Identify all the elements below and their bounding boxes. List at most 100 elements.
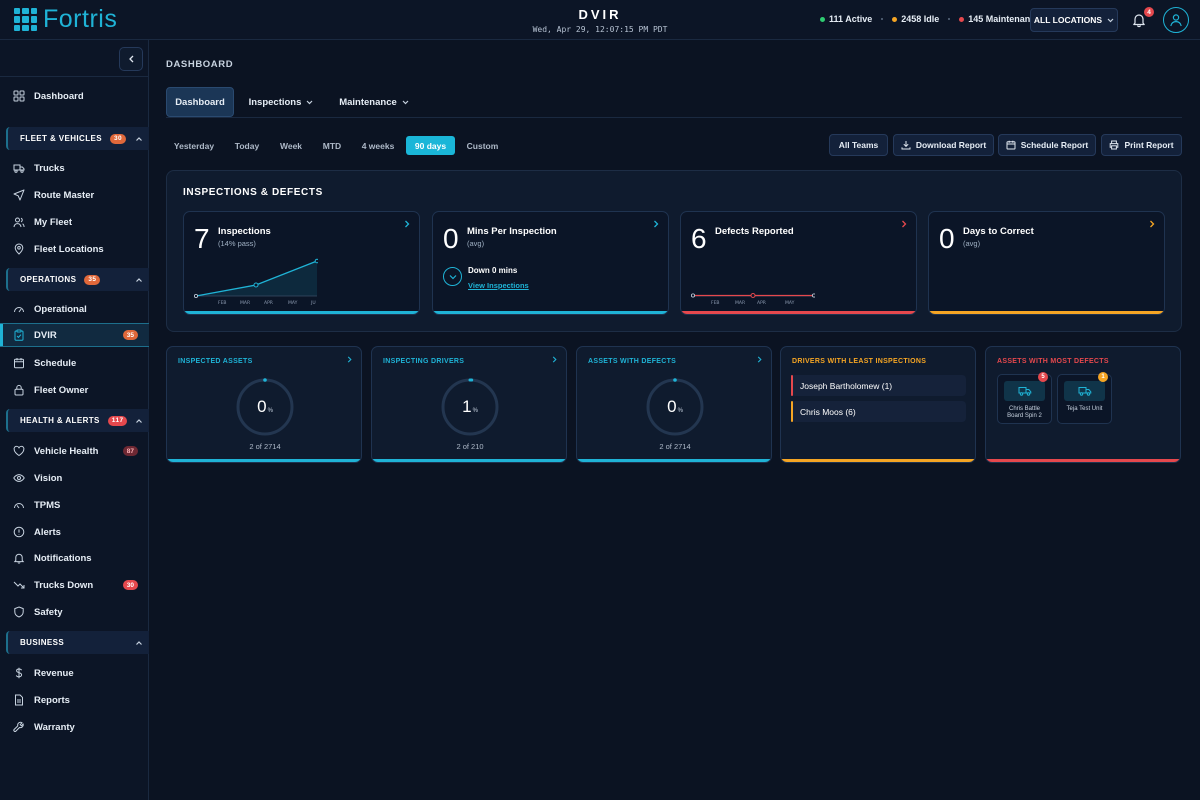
status-idle[interactable]: 2458 Idle [892, 14, 939, 24]
sidebar-item-notifications[interactable]: Notifications [0, 546, 149, 570]
card-assets-most-defects: ASSETS WITH MOST DEFECTS Chris Battle Bo… [985, 346, 1181, 463]
dashboard-grid-icon [13, 90, 25, 102]
sidebar-item-alerts[interactable]: Alerts [0, 520, 149, 544]
range-custom[interactable]: Custom [462, 136, 503, 155]
schedule-report-button[interactable]: Schedule Report [998, 134, 1096, 156]
range-4-weeks[interactable]: 4 weeks [356, 136, 400, 155]
sidebar-item-label: Trucks Down [34, 579, 94, 591]
driver-row[interactable]: Chris Moos (6) [791, 401, 966, 422]
sidebar-item-fleet-owner[interactable]: Fleet Owner [0, 378, 149, 402]
section-business[interactable]: BUSINESS [6, 631, 149, 654]
status-maintenance[interactable]: 145 Maintenance [959, 14, 1040, 24]
section-health-alerts[interactable]: HEALTH & ALERTS 117 [6, 409, 149, 432]
sidebar-item-vehicle-health[interactable]: Vehicle Health 87 [0, 439, 149, 463]
section-operations[interactable]: OPERATIONS 35 [6, 268, 149, 291]
tire-pressure-gauge-icon [14, 503, 24, 509]
sidebar-item-tpms[interactable]: TPMS [0, 493, 149, 517]
sidebar-item-warranty[interactable]: Warranty [0, 715, 149, 739]
range-label: 90 days [414, 140, 447, 151]
download-report-button[interactable]: Download Report [893, 134, 994, 156]
sidebar-item-trucks[interactable]: Trucks [0, 156, 149, 180]
range-week[interactable]: Week [274, 136, 308, 155]
button-label: Print Report [1124, 140, 1174, 150]
sidebar-item-my-fleet[interactable]: My Fleet [0, 210, 149, 234]
spark-tick-label: FEB [218, 300, 227, 306]
sidebar-item-schedule[interactable]: Schedule [0, 351, 149, 375]
tab-maintenance[interactable]: Maintenance [332, 87, 416, 117]
kpi-sublabel: (14% pass) [218, 239, 256, 248]
ring-caption: 2 of 2714 [249, 442, 281, 451]
tab-inspections[interactable]: Inspections [242, 87, 320, 117]
kpi-value: 0 [443, 223, 459, 254]
kpi-value: 7 [194, 223, 210, 254]
range-90-days[interactable]: 90 days [406, 136, 455, 155]
sidebar-item-dashboard[interactable]: Dashboard [0, 84, 149, 108]
asset-tile[interactable]: Chris Battle Board Spin 2 5 [997, 372, 1052, 424]
card-assets-with-defects[interactable]: ASSETS WITH DEFECTS 0% 2 of 2714 [576, 346, 772, 463]
dollar-icon [15, 667, 23, 679]
driver-name: Joseph Bartholomew (1) [800, 380, 893, 391]
all-teams-button[interactable]: All Teams [829, 134, 888, 156]
section-label: BUSINESS [20, 638, 65, 647]
inspections-trend-sparkline: FEB MAR APR MAY JU [194, 258, 318, 306]
sidebar-item-vision[interactable]: Vision [0, 466, 149, 490]
view-inspections-link[interactable]: View Inspections [468, 281, 529, 290]
sidebar-item-dvir[interactable]: DVIR 35 [0, 323, 149, 347]
section-label: FLEET & VEHICLES [20, 134, 102, 143]
spark-tick-label: MAR [735, 300, 745, 306]
sidebar-item-fleet-locations[interactable]: Fleet Locations [0, 237, 149, 261]
sidebar-item-label: DVIR [34, 329, 57, 341]
range-label: 4 weeks [361, 140, 395, 151]
calendar-icon [14, 358, 24, 369]
brand-logo[interactable]: Fortris [14, 7, 117, 32]
range-label: MTD [322, 140, 342, 151]
kpi-days-to-correct[interactable]: 0 Days to Correct (avg) [928, 211, 1165, 315]
sidebar-item-route-master[interactable]: Route Master [0, 183, 149, 207]
truck-thumbnail [1004, 381, 1045, 401]
sidebar-item-safety[interactable]: Safety [0, 600, 149, 624]
print-report-button[interactable]: Print Report [1101, 134, 1182, 156]
percent-value: 0 [257, 397, 267, 416]
card-inspected-assets[interactable]: INSPECTED ASSETS 0% 2 of 2714 [166, 346, 362, 463]
sidebar-item-label: Notifications [34, 552, 92, 564]
sidebar-item-label: Fleet Owner [34, 384, 89, 396]
range-today[interactable]: Today [228, 136, 266, 155]
sidebar-item-revenue[interactable]: Revenue [0, 661, 149, 685]
driver-row[interactable]: Joseph Bartholomew (1) [791, 375, 966, 396]
truck-icon [1078, 387, 1091, 396]
range-yesterday[interactable]: Yesterday [166, 136, 222, 155]
asset-tile[interactable]: Teja Test Unit 1 [1057, 372, 1112, 424]
tab-dashboard[interactable]: Dashboard [166, 87, 234, 117]
spark-tick-label: APR [757, 300, 766, 306]
kpi-mins-per-inspection[interactable]: 0 Mins Per Inspection (avg) Down 0 mins … [432, 211, 669, 315]
collapse-sidebar-button[interactable] [119, 47, 143, 71]
kpi-defects-reported[interactable]: 6 Defects Reported FEB MAR APR MAY [680, 211, 917, 315]
notification-count-badge: 4 [1144, 7, 1154, 17]
user-avatar[interactable] [1163, 7, 1189, 33]
divider [0, 76, 149, 77]
all-locations-dropdown[interactable]: ALL LOCATIONS [1030, 8, 1118, 32]
users-icon [13, 217, 25, 228]
truck-icon [13, 164, 25, 173]
sidebar-item-trucks-down[interactable]: Trucks Down 30 [0, 573, 149, 597]
kpi-inspections[interactable]: 7 Inspections (14% pass) FEB MAR APR MAY… [183, 211, 420, 315]
card-drivers-least-inspections: DRIVERS WITH LEAST INSPECTIONS Joseph Ba… [780, 346, 976, 463]
percent-unit: % [472, 407, 478, 414]
section-fleet-vehicles[interactable]: FLEET & VEHICLES 30 [6, 127, 149, 150]
sidebar-item-label: Trucks [34, 162, 65, 174]
range-label: Week [279, 140, 303, 151]
range-mtd[interactable]: MTD [316, 136, 348, 155]
truck-icon [1018, 387, 1031, 396]
separator [881, 18, 884, 20]
chevron-up-icon [136, 278, 142, 282]
card-inspecting-drivers[interactable]: INSPECTING DRIVERS 1% 2 of 210 [371, 346, 567, 463]
sidebar-item-label: Safety [34, 606, 63, 618]
sidebar-item-operational[interactable]: Operational [0, 297, 149, 321]
kpi-sublabel: (avg) [963, 239, 981, 248]
status-active[interactable]: 111 Active [820, 14, 872, 24]
trending-down-icon [13, 581, 25, 589]
sidebar: Dashboard FLEET & VEHICLES 30 Trucks Rou… [0, 40, 149, 800]
kpi-label: Days to Correct [963, 226, 1034, 237]
sidebar-item-reports[interactable]: Reports [0, 688, 149, 712]
section-label: HEALTH & ALERTS [20, 416, 100, 425]
